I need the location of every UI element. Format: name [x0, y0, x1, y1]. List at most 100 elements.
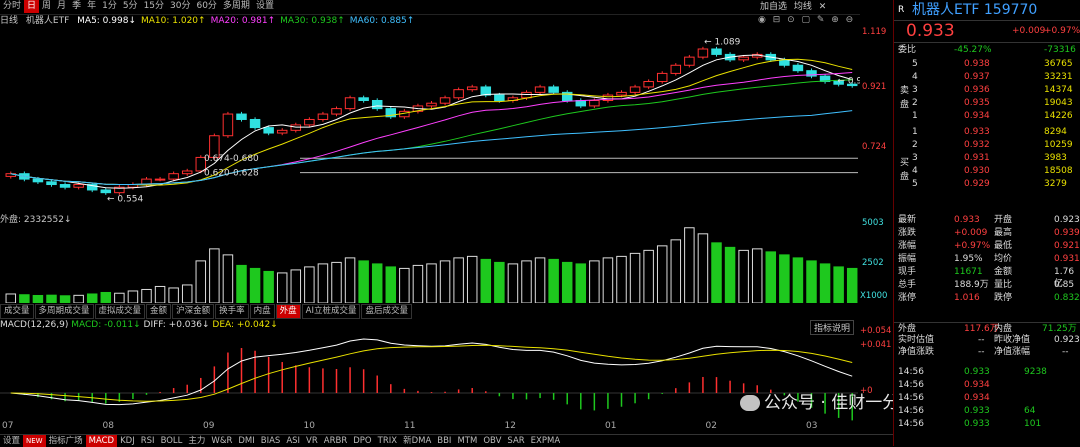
period-tab[interactable]: 30分	[167, 0, 193, 13]
ma-line	[10, 79, 853, 185]
bid-row[interactable]: 1 0.933 8294	[894, 126, 1080, 138]
indicator-tab[interactable]: MACD	[85, 435, 118, 447]
indicator-tab[interactable]: 设置	[0, 435, 23, 447]
ask-price: 0.935	[964, 98, 990, 108]
period-tab[interactable]: 日	[24, 0, 40, 13]
tick-volume: 9238	[1024, 367, 1047, 377]
candle-body	[521, 91, 532, 99]
ask-row[interactable]: 2 0.935 19043	[894, 97, 1080, 109]
indicator-tab[interactable]: EXPMA	[528, 435, 563, 447]
volume-bar	[819, 263, 831, 303]
indicator-tab[interactable]: NEW	[23, 435, 46, 447]
indicator-tab[interactable]: ASI	[283, 435, 303, 447]
tick-row: 14:56 0.933 101	[894, 418, 1080, 430]
volume-subtab[interactable]: 沪深金额	[172, 304, 215, 319]
indicator-tab[interactable]: 指标广场	[46, 435, 86, 447]
volume-bar	[670, 239, 682, 303]
indicator-tab[interactable]: TRIX	[375, 435, 400, 447]
tick-time: 14:56	[898, 406, 924, 416]
volume-bar	[589, 260, 600, 303]
volume-subtab[interactable]: 盘后成交量	[361, 304, 412, 319]
period-tab[interactable]: 季	[69, 0, 84, 13]
candle-body	[548, 86, 559, 93]
indicator-tab[interactable]: BBI	[434, 435, 454, 447]
ask-row[interactable]: 1 0.934 14226	[894, 110, 1080, 122]
volume-subtab[interactable]: 金额	[146, 304, 172, 319]
ask-row[interactable]: 4 0.937 33231	[894, 71, 1080, 83]
indicator-tab[interactable]: MTM	[454, 435, 480, 447]
volume-subtab[interactable]: 换手率	[215, 304, 249, 319]
indicator-tab[interactable]: 新DMA	[400, 435, 434, 447]
add-watchlist-button[interactable]: 加自选	[760, 2, 787, 12]
volume-subtab[interactable]: 多周期成交量	[34, 304, 94, 319]
indicator-tab[interactable]: SAR	[504, 435, 527, 447]
chart-tools: 加自选 均线 ✕	[760, 0, 858, 14]
x-tick-label: 08	[102, 421, 114, 431]
volume-bar	[46, 294, 57, 303]
stat-label: 最高	[994, 228, 1013, 238]
candle-body	[697, 48, 709, 58]
ask-level: 2	[912, 98, 918, 108]
tick-time: 14:56	[898, 367, 924, 377]
stat-value: 11671	[954, 267, 983, 277]
indicator-tab[interactable]: KDJ	[117, 435, 138, 447]
volume-bar	[73, 294, 84, 303]
indicator-tab[interactable]: ARBR	[321, 435, 350, 447]
quote-price: 0.933	[906, 21, 955, 41]
ma-line	[10, 110, 853, 185]
indicator-tab[interactable]: BOLL	[158, 435, 186, 447]
candle-body	[168, 173, 179, 180]
indicator-tab[interactable]: BIAS	[258, 435, 284, 447]
close-icon[interactable]: ✕	[819, 2, 827, 12]
ma-legend-item: MA20: 0.981↑	[210, 16, 276, 26]
period-tab[interactable]: 分时	[0, 0, 24, 13]
indicator-tab[interactable]: W&R	[208, 435, 235, 447]
volume-bar	[656, 245, 668, 303]
weibi-val: -73316	[1044, 45, 1076, 55]
prev-nav-value: 0.923	[1054, 335, 1080, 345]
stat-label: 最低	[994, 241, 1013, 251]
volume-subtab[interactable]: 外盘	[275, 304, 301, 319]
x-tick-label: 11	[404, 421, 416, 431]
indicator-tab[interactable]: DPO	[350, 435, 374, 447]
period-tab[interactable]: 15分	[141, 0, 167, 13]
period-tab[interactable]: 1分	[99, 0, 120, 13]
bid-row[interactable]: 2 0.932 10259	[894, 139, 1080, 151]
ask-row[interactable]: 5 0.938 36765	[894, 58, 1080, 70]
period-tab[interactable]: 多周期	[220, 0, 253, 13]
volume-bar	[507, 263, 519, 303]
volume-bar	[304, 266, 315, 303]
stat-row: 涨停 1.016 跌停 0.832	[894, 292, 1080, 304]
stat-value: +0.97%	[954, 241, 991, 251]
volume-subtab[interactable]: AI立桩成交量	[301, 304, 361, 319]
ma-legend-item: MA60: 0.885↑	[349, 16, 415, 26]
volume-subtab[interactable]: 成交量	[0, 304, 34, 319]
candle-body	[656, 72, 668, 83]
volume-subtab[interactable]: 内盘	[249, 304, 275, 319]
volume-bar	[534, 257, 546, 303]
quote-panel: R 机器人ETF 159770 0.933 +0.009 +0.97% 委比 -…	[893, 0, 1080, 446]
indicator-tab[interactable]: 主力	[185, 435, 208, 447]
ma-button[interactable]: 均线	[794, 2, 812, 12]
volume-subtab[interactable]: 虚拟成交量	[94, 304, 146, 319]
last-annotation: ← 0.945	[837, 77, 860, 87]
quote-title: 机器人ETF 159770	[912, 2, 1038, 18]
indicator-tab[interactable]: RSI	[138, 435, 158, 447]
volume-bar	[276, 272, 288, 303]
indicator-tab[interactable]: OBV	[480, 435, 504, 447]
volume-bar	[792, 257, 804, 303]
low-annotation: ← 0.554	[107, 195, 143, 203]
bid-row[interactable]: 5 0.929 3279	[894, 178, 1080, 190]
period-tab[interactable]: 月	[54, 0, 69, 13]
period-tab[interactable]: 年	[84, 0, 99, 13]
volume-bar	[317, 263, 329, 303]
period-tab[interactable]: 5分	[120, 0, 141, 13]
period-tab[interactable]: 设置	[253, 0, 277, 13]
period-tab[interactable]: 周	[39, 0, 54, 13]
stat-label: 振幅	[898, 254, 917, 264]
indicator-tab[interactable]: VR	[303, 435, 321, 447]
indicator-tab[interactable]: DMI	[235, 435, 257, 447]
x-tick-label: 10	[303, 421, 315, 431]
period-tab[interactable]: 60分	[193, 0, 219, 13]
volume-bar	[195, 260, 207, 303]
